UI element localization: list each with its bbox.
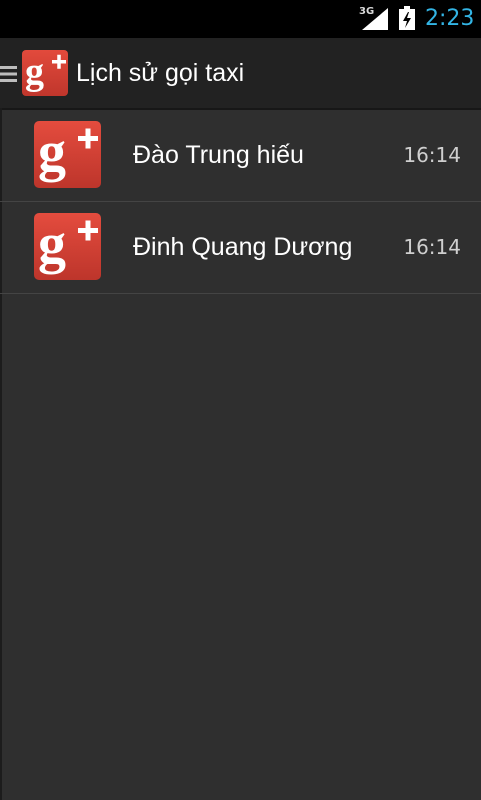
list-item[interactable]: g Đinh Quang Dương 16:14	[0, 202, 481, 294]
svg-text:g: g	[38, 213, 66, 275]
action-bar: g Lịch sử gọi taxi	[0, 38, 481, 110]
status-bar: 3G 2:23	[0, 0, 481, 38]
svg-text:g: g	[38, 121, 66, 183]
list-item[interactable]: g Đào Trung hiếu 16:14	[0, 110, 481, 202]
svg-text:g: g	[25, 51, 44, 93]
status-clock: 2:23	[425, 6, 475, 31]
app-screen: 3G 2:23 g Lịch sử gọi taxi g Đào Trung h…	[0, 0, 481, 800]
google-plus-icon[interactable]: g	[22, 50, 68, 96]
call-time: 16:14	[403, 235, 461, 259]
cell-signal-icon	[362, 8, 388, 30]
menu-drawer-icon[interactable]	[0, 65, 17, 83]
caller-name: Đào Trung hiếu	[133, 141, 304, 169]
call-time: 16:14	[403, 143, 461, 167]
call-history-list: g Đào Trung hiếu 16:14 g Đinh Quang Dươn…	[0, 110, 481, 294]
google-plus-icon: g	[34, 121, 101, 188]
caller-name: Đinh Quang Dương	[133, 233, 353, 261]
google-plus-icon: g	[34, 213, 101, 280]
battery-charging-icon	[399, 6, 415, 30]
page-title: Lịch sử gọi taxi	[76, 59, 245, 87]
